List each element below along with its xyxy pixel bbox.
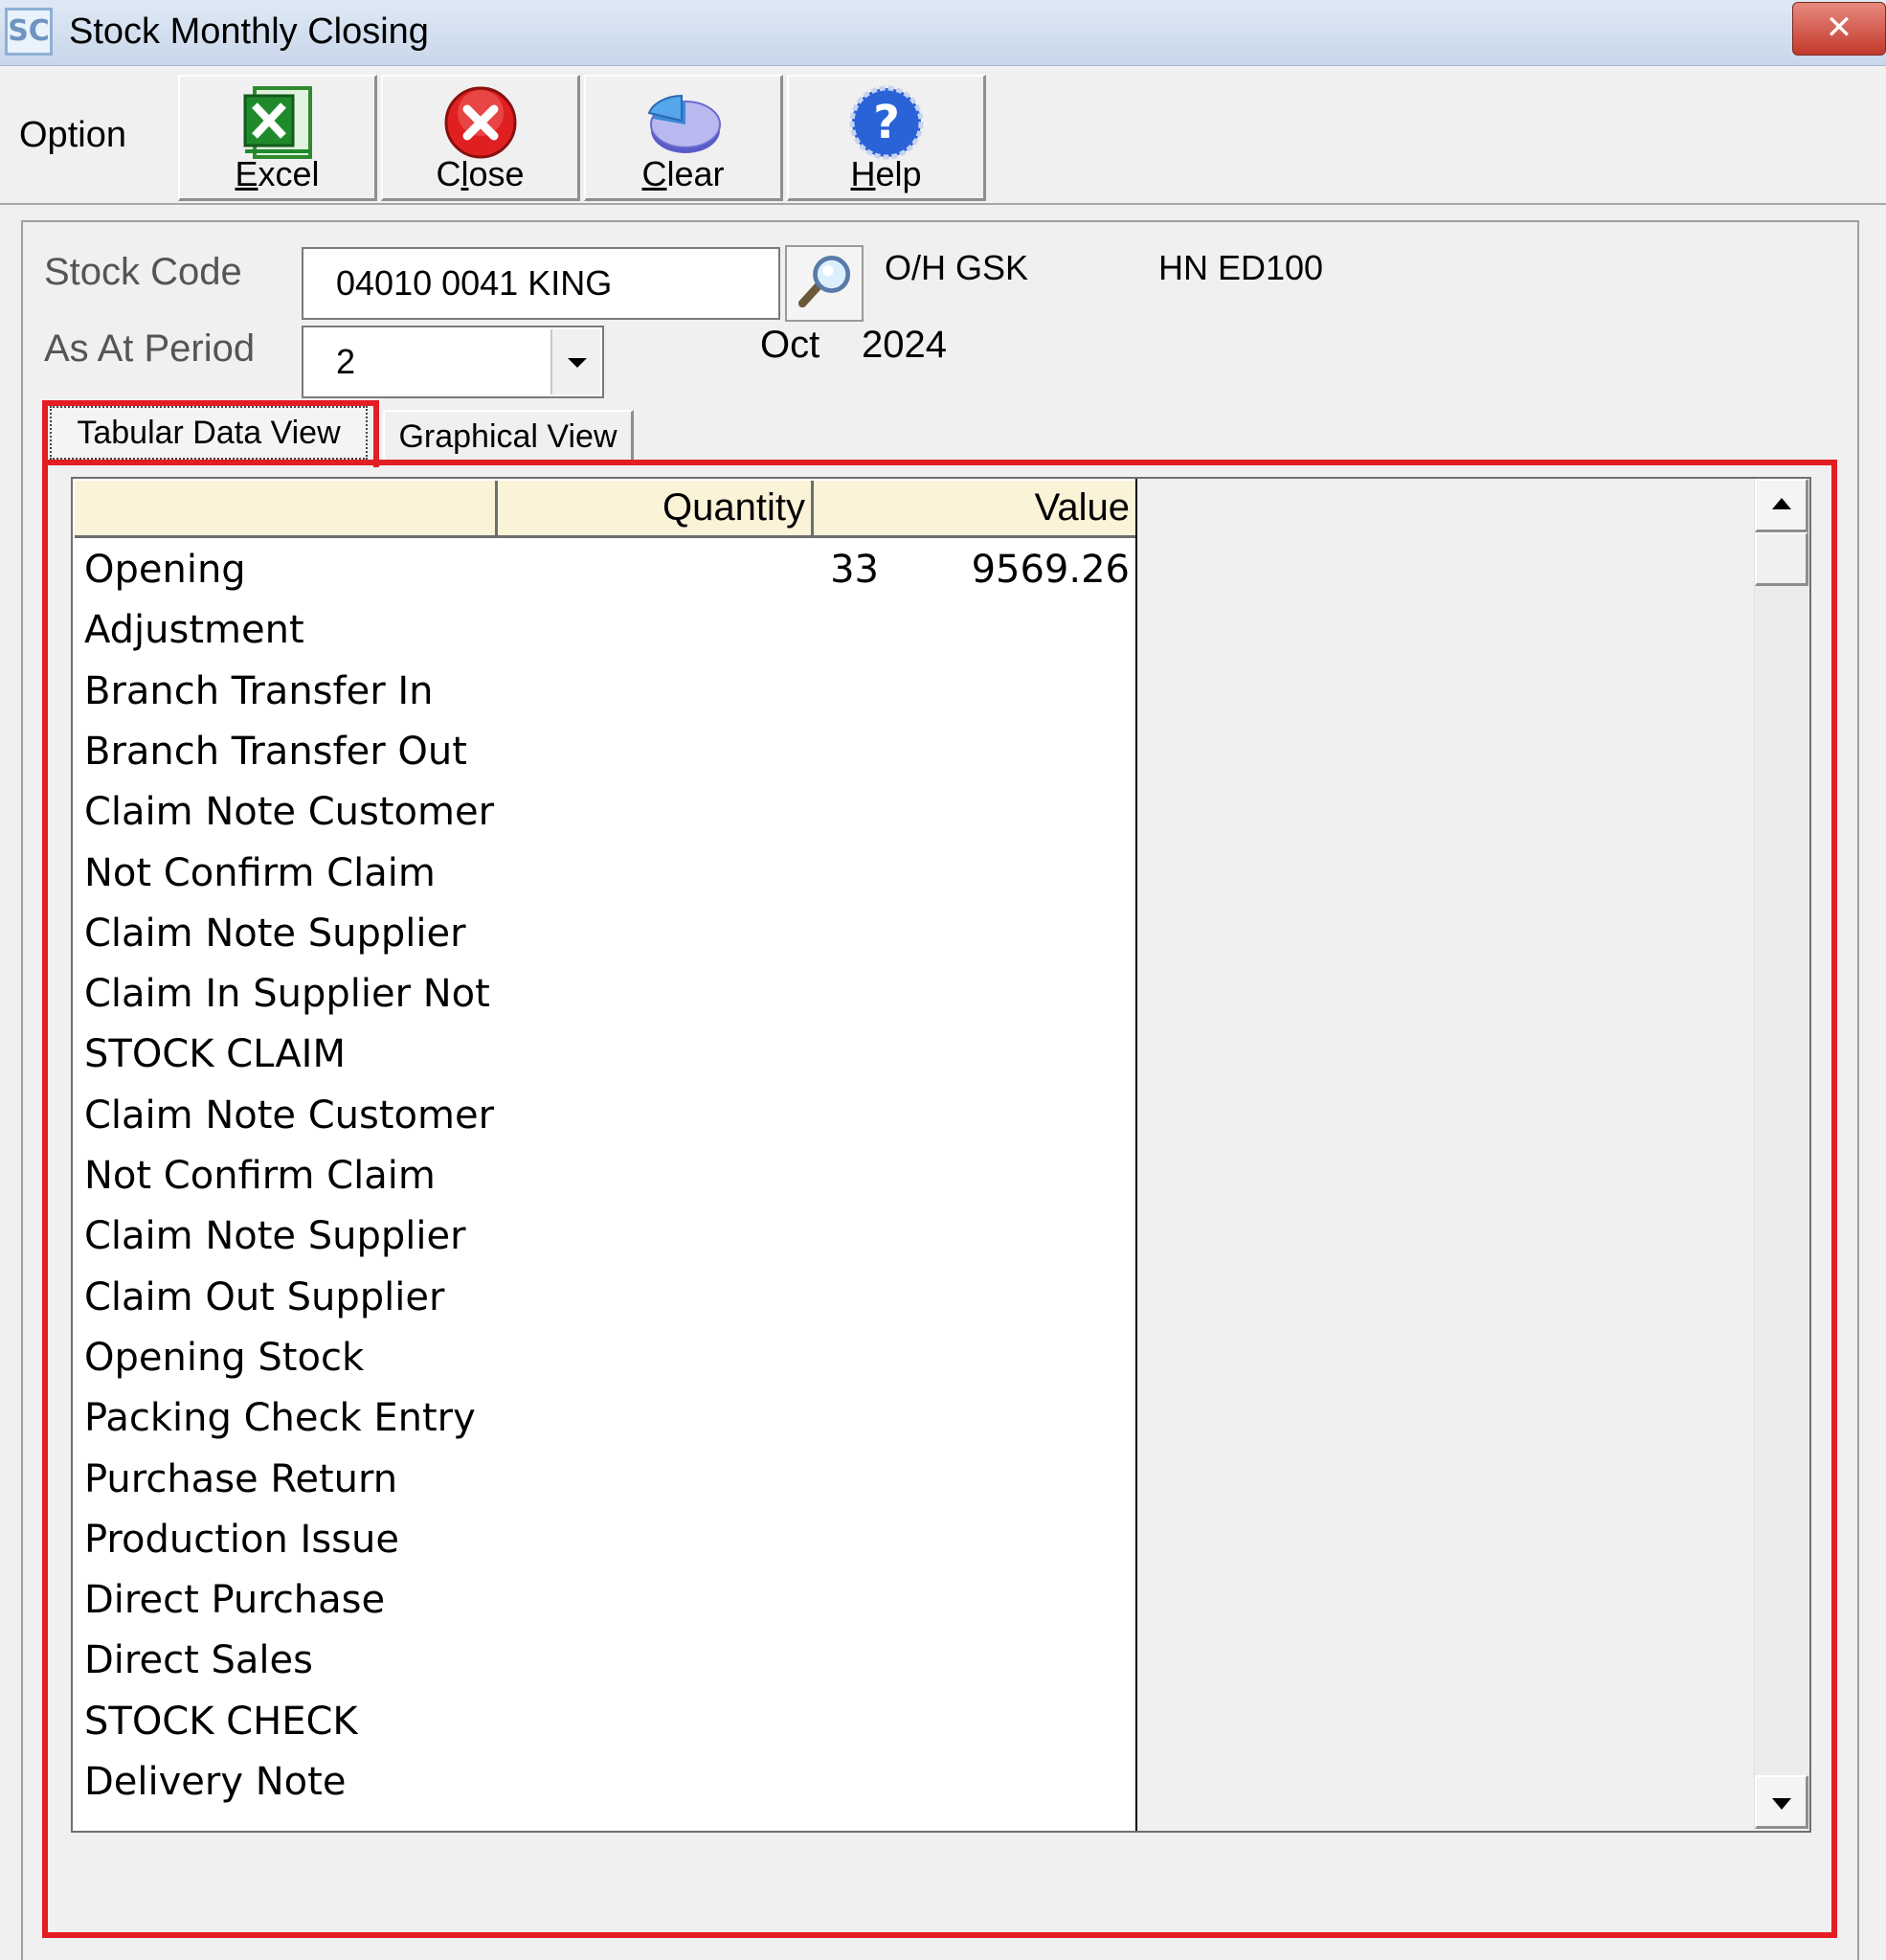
close-button-label: Close [436,154,525,193]
stock-code-label: Stock Code [44,251,242,293]
title-bar: SC Stock Monthly Closing ✕ [0,0,1886,66]
period-value: 2 [336,342,356,381]
lookup-button[interactable] [785,245,864,322]
period-year: 2024 [862,324,947,366]
close-button[interactable]: Close [381,75,580,201]
help-icon: ? [849,85,923,160]
toolbar: Option Excel Close Clear ? Help [0,67,1886,205]
stock-code-input[interactable]: 04010 0041 KING [302,247,780,320]
svg-text:?: ? [873,96,900,149]
window-close-button[interactable]: ✕ [1792,2,1886,56]
option-label: Option [19,115,126,155]
stock-info-2: HN ED100 [1158,248,1324,287]
chevron-down-icon[interactable] [550,329,600,394]
app-icon: SC [5,8,53,56]
highlight-frame-tab [42,400,379,467]
stock-info-1: O/H GSK [885,248,1029,287]
excel-button[interactable]: Excel [178,75,377,201]
help-button[interactable]: ? Help [787,75,986,201]
period-select[interactable]: 2 [302,326,604,398]
period-label: As At Period [44,327,256,370]
period-month: Oct [760,324,820,366]
close-circle-icon [444,86,516,159]
window-title: Stock Monthly Closing [69,11,429,52]
clear-button-label: Clear [641,154,725,193]
highlight-frame [42,460,1837,1938]
clear-button[interactable]: Clear [584,75,783,201]
pie-chart-icon [647,94,721,153]
excel-icon [243,86,312,159]
tab-graphical-view[interactable]: Graphical View [383,410,634,463]
help-button-label: Help [850,154,922,193]
excel-button-label: Excel [235,154,320,193]
magnifier-icon [797,256,851,308]
